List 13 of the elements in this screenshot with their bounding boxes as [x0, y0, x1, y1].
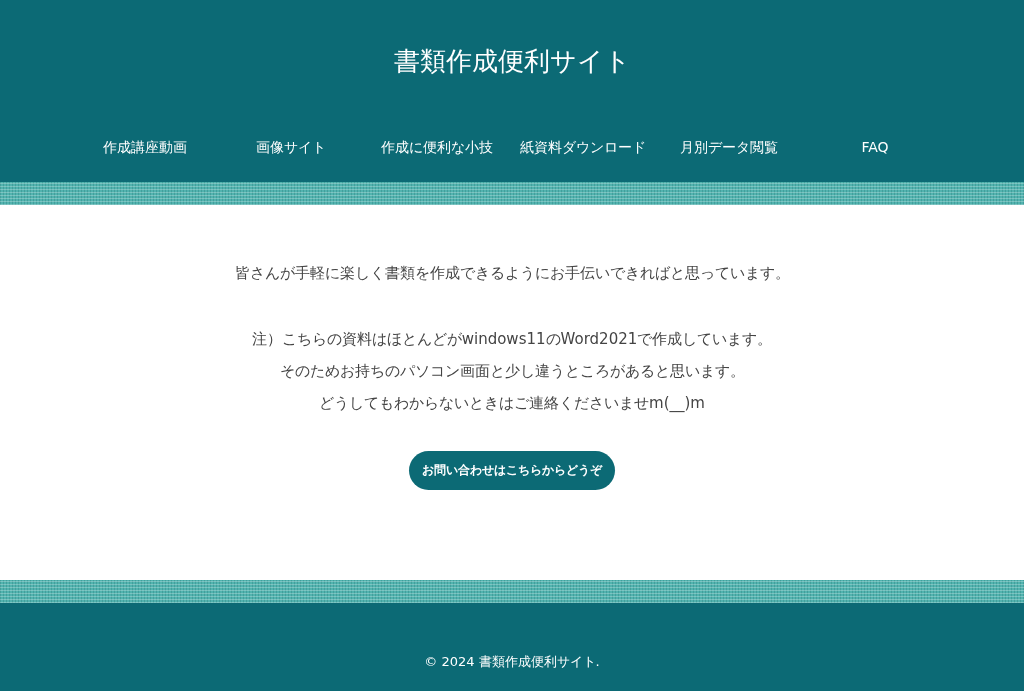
nav-link[interactable]: 作成講座動画 — [103, 139, 187, 157]
site-title: 書類作成便利サイト — [392, 45, 632, 78]
note-text: どうしてもわからないときはご連絡くださいませm(__)m — [318, 393, 706, 414]
nav-link[interactable]: 紙資料ダウンロード — [520, 139, 646, 157]
contact-button[interactable]: お問い合わせはこちらからどうぞ — [409, 451, 615, 490]
copyright-text: © 2024 書類作成便利サイト. — [424, 652, 600, 671]
nav-link[interactable]: 月別データ閲覧 — [680, 139, 778, 157]
note-text: そのためお持ちのパソコン画面と少し違うところがあると思います。 — [278, 361, 746, 382]
intro-text: 皆さんが手軽に楽しく書類を作成できるようにお手伝いできればと思っています。 — [233, 263, 791, 284]
note-text: 注）こちらの資料はほとんどがwindows11のWord2021で作成しています。 — [250, 329, 774, 350]
nav-link[interactable]: 画像サイト — [256, 139, 326, 157]
nav-link[interactable]: FAQ — [861, 139, 889, 157]
nav-link[interactable]: 作成に便利な小技 — [381, 139, 493, 157]
